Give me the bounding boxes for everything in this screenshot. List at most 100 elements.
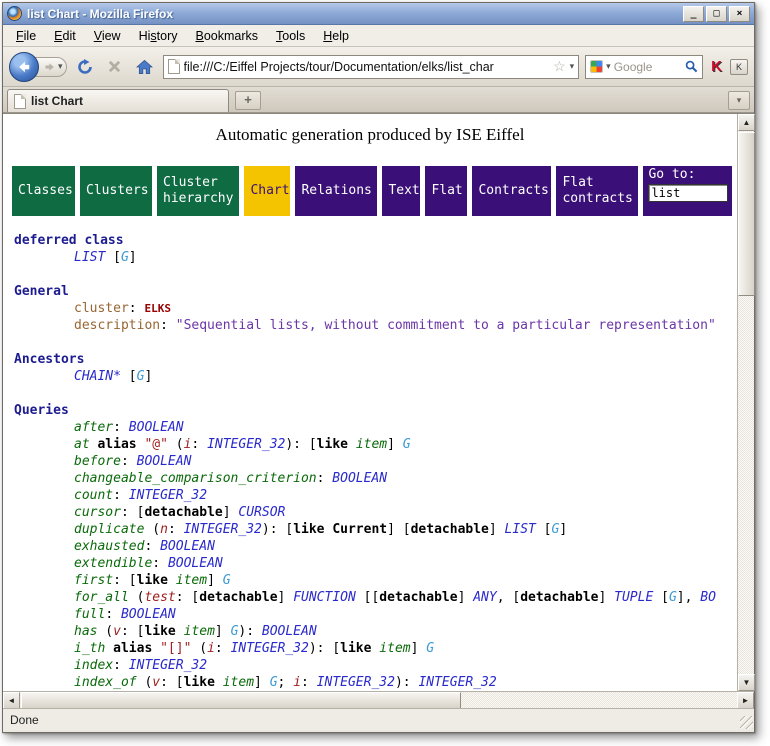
- menu-file[interactable]: File: [7, 27, 45, 45]
- code-token: like: [317, 437, 348, 452]
- history-dropdown-icon[interactable]: ▾: [58, 61, 63, 72]
- menu-bookmarks[interactable]: Bookmarks: [187, 27, 268, 45]
- horizontal-scroll-thumb[interactable]: [21, 692, 461, 709]
- code-token: (: [129, 590, 145, 605]
- url-bar[interactable]: file:///C:/Eiffel Projects/tour/Document…: [163, 55, 580, 79]
- class-link[interactable]: CURSOR: [238, 505, 285, 520]
- search-input[interactable]: Google: [614, 60, 682, 74]
- doc-nav-row: ClassesClustersCluster hierarchyChartRel…: [12, 166, 729, 216]
- goto-input[interactable]: [648, 184, 728, 202]
- back-arrow-icon: [17, 60, 31, 74]
- code-token: (: [97, 624, 113, 639]
- nav-button-classes[interactable]: Classes: [12, 166, 75, 216]
- code-token: ]: [207, 573, 223, 588]
- k-addon-button[interactable]: K: [730, 59, 748, 75]
- minimize-button[interactable]: _: [683, 6, 704, 22]
- nav-button-flat-contracts[interactable]: Flat contracts: [556, 166, 638, 216]
- code-line: extendible: BOOLEAN: [14, 555, 737, 572]
- nav-button-relations[interactable]: Relations: [295, 166, 377, 216]
- search-magnifier-icon[interactable]: [685, 60, 698, 73]
- class-link[interactable]: BOOLEAN: [160, 539, 215, 554]
- class-link[interactable]: INTEGER_32: [207, 437, 285, 452]
- url-dropdown-icon[interactable]: ▾: [570, 61, 575, 72]
- code-token: :: [191, 437, 207, 452]
- code-token: exhausted: [74, 539, 144, 554]
- class-link[interactable]: BOOLEAN: [332, 471, 387, 486]
- class-link[interactable]: ANY: [473, 590, 496, 605]
- nav-button-cluster-hierarchy[interactable]: Cluster hierarchy: [157, 166, 239, 216]
- class-link[interactable]: FUNCTION: [293, 590, 356, 605]
- code-token: has: [74, 624, 97, 639]
- menu-view[interactable]: View: [85, 27, 130, 45]
- code-line: index_of (v: [like item] G; i: INTEGER_3…: [14, 674, 737, 691]
- class-link[interactable]: LIST: [74, 250, 105, 265]
- stop-button[interactable]: [103, 59, 126, 74]
- class-link[interactable]: INTEGER_32: [231, 641, 309, 656]
- resize-grip[interactable]: [740, 716, 753, 729]
- code-token: (: [137, 675, 153, 690]
- menu-tools[interactable]: Tools: [267, 27, 314, 45]
- code-token: changeable_comparison_criterion: [74, 471, 317, 486]
- reload-button[interactable]: [73, 59, 97, 75]
- menu-help[interactable]: Help: [314, 27, 358, 45]
- class-link[interactable]: BO: [700, 590, 716, 605]
- browser-viewport: Automatic generation produced by ISE Eif…: [3, 113, 754, 691]
- nav-button-contracts[interactable]: Contracts: [472, 166, 551, 216]
- code-token: ELKS: [144, 302, 171, 315]
- class-link[interactable]: LIST: [505, 522, 536, 537]
- code-line: for_all (test: [detachable] FUNCTION [[d…: [14, 589, 737, 606]
- code-token: i: [293, 675, 301, 690]
- back-button[interactable]: [9, 52, 39, 82]
- class-link[interactable]: INTEGER_32: [129, 488, 207, 503]
- new-tab-button[interactable]: +: [235, 91, 261, 110]
- nav-button-chart[interactable]: Chart: [244, 166, 290, 216]
- search-bar[interactable]: ▾ Google: [585, 55, 703, 79]
- class-documentation: deferred classLIST [G]Generalcluster: EL…: [3, 232, 737, 691]
- search-engine-dropdown-icon[interactable]: ▾: [606, 61, 611, 72]
- menu-history[interactable]: History: [130, 27, 187, 45]
- vertical-scroll-thumb[interactable]: [738, 132, 755, 296]
- vertical-scrollbar[interactable]: ▲ ▼: [737, 114, 754, 691]
- code-token: [[: [356, 590, 379, 605]
- class-link[interactable]: INTEGER_32: [184, 522, 262, 537]
- code-token: index: [74, 658, 113, 673]
- class-link[interactable]: INTEGER_32: [129, 658, 207, 673]
- code-token: like: [293, 522, 324, 537]
- code-token: :: [152, 556, 168, 571]
- horizontal-scrollbar[interactable]: ◄ ►: [3, 691, 754, 708]
- scroll-left-button[interactable]: ◄: [3, 692, 20, 709]
- code-token: G: [426, 641, 434, 656]
- home-icon: [136, 59, 153, 75]
- bookmark-star-icon[interactable]: ☆: [553, 58, 566, 75]
- home-button[interactable]: [132, 59, 157, 75]
- code-token: ): [: [262, 522, 293, 537]
- menu-edit[interactable]: Edit: [45, 27, 85, 45]
- class-link[interactable]: BOOLEAN: [262, 624, 317, 639]
- class-link[interactable]: BOOLEAN: [137, 454, 192, 469]
- maximize-button[interactable]: □: [706, 6, 727, 22]
- class-link[interactable]: INTEGER_32: [418, 675, 496, 690]
- url-input[interactable]: file:///C:/Eiffel Projects/tour/Document…: [184, 60, 550, 74]
- code-token: :: [121, 454, 137, 469]
- code-token: test: [144, 590, 175, 605]
- scroll-down-button[interactable]: ▼: [738, 674, 755, 691]
- class-link[interactable]: BOOLEAN: [168, 556, 223, 571]
- class-link[interactable]: INTEGER_32: [317, 675, 395, 690]
- class-link[interactable]: BOOLEAN: [129, 420, 184, 435]
- class-link[interactable]: BOOLEAN: [121, 607, 176, 622]
- page-title: Automatic generation produced by ISE Eif…: [3, 125, 737, 145]
- close-button[interactable]: ×: [729, 6, 750, 22]
- list-all-tabs-button[interactable]: ▾: [728, 91, 750, 110]
- code-token: [: [653, 590, 669, 605]
- nav-button-clusters[interactable]: Clusters: [80, 166, 152, 216]
- class-link[interactable]: TUPLE: [614, 590, 653, 605]
- status-text: Done: [10, 713, 39, 727]
- nav-button-flat[interactable]: Flat: [425, 166, 467, 216]
- code-token: [348, 437, 356, 452]
- tab-list-chart[interactable]: list Chart: [7, 89, 229, 112]
- kaspersky-icon[interactable]: K: [709, 58, 724, 75]
- scroll-up-button[interactable]: ▲: [738, 114, 755, 131]
- class-link[interactable]: CHAIN*: [74, 369, 121, 384]
- nav-button-text[interactable]: Text: [382, 166, 420, 216]
- scroll-right-button[interactable]: ►: [737, 692, 754, 709]
